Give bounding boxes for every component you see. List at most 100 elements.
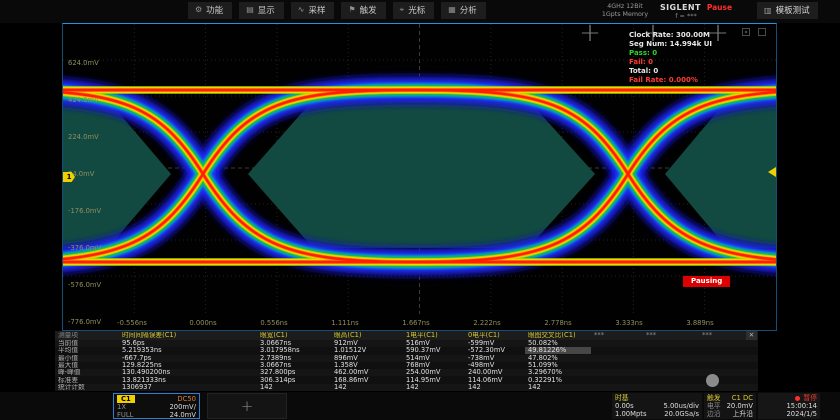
chart-icon: ▦ — [448, 6, 456, 14]
graticule-area[interactable]: 624.0mV424.0mV224.0mV24.0mV-176.0mV-376.… — [62, 23, 777, 331]
measurement-table: 测量项时间间隔误差(C1)眼宽(C1)眼高(C1)1电平(C1)0电平(C1)眼… — [55, 331, 758, 391]
timebase-delay: 0.00s — [615, 402, 634, 410]
table-cell: 测量项 — [55, 332, 119, 339]
x-axis-tick-label: 2.222ns — [473, 319, 500, 327]
column-header[interactable]: 时间间隔误差(C1) — [119, 332, 257, 339]
gear-icon: ⚙ — [195, 6, 202, 14]
y-axis-tick-label: 624.0mV — [68, 59, 99, 67]
mask-icon: ▥ — [764, 6, 772, 15]
timebase-title: 时基 — [615, 394, 629, 402]
table-cell[interactable]: *** — [591, 332, 643, 339]
row-label: 统计计数 — [55, 384, 119, 391]
table-cell: 168.86mV — [331, 377, 403, 384]
menu-utility[interactable]: ⚙功能 — [188, 2, 232, 19]
waveform-icon: ∿ — [298, 6, 305, 14]
y-axis-tick-label: -776.0mV — [68, 318, 101, 326]
pause-dot-icon — [795, 396, 800, 401]
table-cell: 3.0667ns — [257, 362, 331, 369]
x-axis-tick-label: -0.556ns — [117, 319, 147, 327]
trigger-level-marker[interactable] — [768, 167, 776, 177]
timebase-scale: 5.00us/div — [664, 402, 700, 410]
expand-icon[interactable] — [758, 28, 766, 36]
acquisition-status[interactable]: Pause — [707, 3, 732, 12]
column-header[interactable]: 1电平(C1) — [403, 332, 465, 339]
table-row: 峰-峰值130.490200ns327.800ps462.00mV254.00m… — [55, 369, 758, 376]
crosshair-icon: ⌖ — [400, 6, 405, 14]
menu-analysis[interactable]: ▦分析 — [441, 2, 486, 19]
trigger-level: 20.0mV — [727, 402, 753, 410]
table-cell: 114.06mV — [465, 377, 525, 384]
table-cell: 462.00mV — [331, 369, 403, 376]
table-cell: 142 — [403, 384, 465, 391]
channel-descriptor-c1[interactable]: C1 DC50 1X 200mV/ FULL 24.0mV — [113, 393, 200, 419]
column-header[interactable]: 0电平(C1) — [465, 332, 525, 339]
table-cell: 130.490200ns — [119, 369, 257, 376]
x-axis-tick-label: 1.111ns — [331, 319, 358, 327]
table-cell: 254.00mV — [403, 369, 465, 376]
add-channel-button[interactable]: + — [207, 393, 287, 419]
table-cell: 912mV — [331, 340, 403, 347]
grid-settings-icon[interactable] — [742, 28, 750, 36]
table-cell: 1.358V — [331, 362, 403, 369]
trigger-descriptor[interactable]: 触发 C1 DC 电平 20.0mV 边沿 上升沿 — [704, 393, 756, 419]
table-cell: 590.37mV — [403, 347, 465, 354]
menu-acquire[interactable]: ∿采样 — [291, 2, 335, 19]
trigger-slope: 上升沿 — [733, 410, 753, 418]
y-axis-tick-label: 424.0mV — [68, 96, 99, 104]
mask-test-button[interactable]: ▥ 模板测试 — [757, 2, 818, 19]
table-cell: 240.00mV — [465, 369, 525, 376]
drag-handle[interactable] — [706, 374, 719, 387]
table-cell: -738mV — [465, 355, 525, 362]
column-header[interactable]: 眼高(C1) — [331, 332, 403, 339]
table-row: 最小值-667.7ps2.7389ns896mV514mV-738mV47.80… — [55, 355, 758, 362]
channel-scale: 200mV/ — [169, 403, 196, 411]
menu-label: 光标 — [408, 4, 425, 16]
trigger-title: 触发 — [707, 394, 721, 402]
table-cell: 47.802% — [525, 355, 591, 362]
x-axis-tick-label: 3.889ns — [686, 319, 713, 327]
table-cell: 0.32291% — [525, 377, 591, 384]
table-header-row: 测量项时间间隔误差(C1)眼宽(C1)眼高(C1)1电平(C1)0电平(C1)眼… — [55, 331, 758, 340]
table-cell: 1306937 — [119, 384, 257, 391]
table-row: 当前值95.6ps3.0667ns912mV516mV-599mV50.082% — [55, 340, 758, 347]
y-axis-tick-label: -576.0mV — [68, 281, 101, 289]
menu-trigger[interactable]: ⚑触发 — [341, 2, 385, 19]
channel-coupling: DC50 — [177, 395, 196, 403]
flag-icon: ⚑ — [348, 6, 355, 14]
table-cell[interactable]: *** — [643, 332, 699, 339]
x-axis-tick-label: 2.778ns — [544, 319, 571, 327]
timebase-descriptor[interactable]: 时基 0.00s 5.00us/div 1.00Mpts 20.0GSa/s — [612, 393, 702, 419]
table-cell: 51.099% — [525, 362, 591, 369]
table-cell: -572.30mV — [465, 347, 525, 354]
menu-cursor[interactable]: ⌖光标 — [393, 2, 435, 19]
menu-label: 显示 — [258, 4, 275, 16]
table-cell: 3.29670% — [525, 369, 591, 376]
x-axis-tick-label: 1.667ns — [402, 319, 429, 327]
info-line: Fail: 0 — [629, 58, 712, 67]
close-measure-table-button[interactable]: ✕ — [746, 331, 757, 340]
column-header[interactable]: 眼图交叉比(C1) — [525, 332, 591, 339]
info-line: Clock Rate: 300.00M — [629, 31, 712, 40]
x-axis-tick-label: 3.333ns — [615, 319, 642, 327]
x-axis-tick-label: 0.000ns — [189, 319, 216, 327]
menu-display[interactable]: ▤显示 — [239, 2, 284, 19]
y-axis-tick-label: 224.0mV — [68, 133, 99, 141]
channel-probe: 1X — [117, 403, 126, 411]
datetime-box[interactable]: 暂停 15:00:14 2024/1/5 — [758, 393, 820, 419]
add-measurement-button[interactable]: + — [575, 18, 605, 52]
row-label: 平均值 — [55, 347, 119, 354]
info-line: Total: 0 — [629, 67, 712, 76]
table-cell: 142 — [525, 384, 591, 391]
pausing-badge: Pausing — [683, 276, 730, 287]
pause-status: 暂停 — [803, 394, 817, 402]
table-cell: -498mV — [465, 362, 525, 369]
table-cell: 142 — [257, 384, 331, 391]
table-cell: 13.821333ns — [119, 377, 257, 384]
brand-logo: SIGLENT — [660, 3, 701, 12]
table-cell: 3.017958ns — [257, 347, 331, 354]
table-cell: 1.01512V — [331, 347, 403, 354]
table-cell: 306.314ps — [257, 377, 331, 384]
table-row: 统计计数1306937142142142142142 — [55, 384, 758, 391]
info-line: Fail Rate: 0.000% — [629, 76, 712, 85]
column-header[interactable]: 眼宽(C1) — [257, 332, 331, 339]
